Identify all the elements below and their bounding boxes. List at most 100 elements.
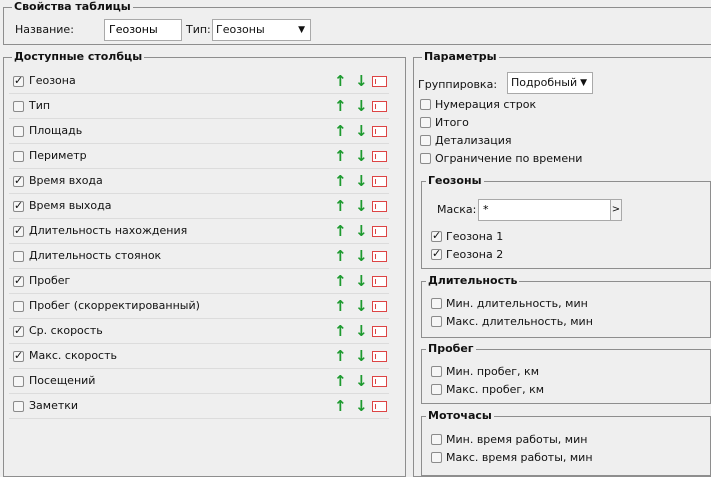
checkbox[interactable] <box>13 401 24 412</box>
arrow-up-icon[interactable]: ↑ <box>334 97 347 115</box>
delete-icon[interactable] <box>372 101 387 112</box>
checkbox[interactable] <box>13 126 24 137</box>
chevron-down-icon: ▼ <box>580 78 587 88</box>
checkbox[interactable] <box>420 153 431 164</box>
option-label: Итого <box>435 116 469 129</box>
grouping-label: Группировка: <box>418 78 498 91</box>
checkbox[interactable] <box>431 384 442 395</box>
column-label: Ср. скорость <box>29 324 103 337</box>
delete-icon-glyph <box>375 404 376 409</box>
checkbox[interactable] <box>420 99 431 110</box>
geozones-legend: Геозоны <box>426 174 484 188</box>
delete-icon[interactable] <box>372 151 387 162</box>
arrow-up-icon[interactable]: ↑ <box>334 347 347 365</box>
checkbox[interactable]: ✓ <box>13 324 24 337</box>
checkbox[interactable]: ✓ <box>13 174 24 187</box>
column-row: ✓ Длительность нахождения ↑ ↓ <box>9 220 389 244</box>
checkmark-icon: ✓ <box>14 174 24 187</box>
arrow-down-icon[interactable]: ↓ <box>355 222 368 240</box>
checkbox[interactable]: ✓ <box>13 224 24 237</box>
delete-icon-glyph <box>375 104 376 109</box>
arrow-down-icon[interactable]: ↓ <box>355 322 368 340</box>
column-row: Пробег (скорректированный) ↑ ↓ <box>9 295 389 319</box>
checkbox[interactable] <box>13 151 24 162</box>
arrow-up-icon[interactable]: ↑ <box>334 172 347 190</box>
checkbox[interactable]: ✓ <box>431 229 442 242</box>
arrow-up-icon[interactable]: ↑ <box>334 372 347 390</box>
arrow-up-icon[interactable]: ↑ <box>334 122 347 140</box>
checkbox[interactable] <box>13 251 24 262</box>
mask-apply-button[interactable]: > <box>610 199 622 221</box>
parameters-legend: Параметры <box>422 50 499 64</box>
arrow-up-icon[interactable]: ↑ <box>334 297 347 315</box>
delete-icon[interactable] <box>372 201 387 212</box>
chevron-down-icon: ▼ <box>298 25 305 35</box>
delete-icon[interactable] <box>372 276 387 287</box>
delete-icon[interactable] <box>372 376 387 387</box>
column-row: Тип ↑ ↓ <box>9 95 389 119</box>
delete-icon[interactable] <box>372 176 387 187</box>
arrow-up-icon[interactable]: ↑ <box>334 247 347 265</box>
arrow-down-icon[interactable]: ↓ <box>355 72 368 90</box>
checkbox[interactable]: ✓ <box>431 247 442 260</box>
checkbox[interactable] <box>420 117 431 128</box>
delete-icon[interactable] <box>372 251 387 262</box>
arrow-down-icon[interactable]: ↓ <box>355 122 368 140</box>
arrow-up-icon[interactable]: ↑ <box>334 322 347 340</box>
checkbox[interactable] <box>431 452 442 463</box>
grouping-select[interactable]: Подробный ▼ <box>507 72 593 94</box>
checkbox[interactable] <box>431 434 442 445</box>
delete-icon[interactable] <box>372 126 387 137</box>
checkbox[interactable] <box>13 301 24 312</box>
arrow-down-icon[interactable]: ↓ <box>355 172 368 190</box>
arrow-up-icon[interactable]: ↑ <box>334 72 347 90</box>
arrow-down-icon[interactable]: ↓ <box>355 397 368 415</box>
arrow-up-icon[interactable]: ↑ <box>334 397 347 415</box>
duration-legend: Длительность <box>426 274 520 288</box>
type-select-value: Геозоны <box>216 23 265 36</box>
column-row: ✓ Геозона ↑ ↓ <box>9 70 389 94</box>
mask-input[interactable]: * <box>478 199 611 221</box>
arrow-up-icon[interactable]: ↑ <box>334 272 347 290</box>
checkmark-icon: ✓ <box>14 274 24 287</box>
checkbox[interactable]: ✓ <box>13 74 24 87</box>
option-label: Ограничение по времени <box>435 152 583 165</box>
checkbox[interactable] <box>13 376 24 387</box>
delete-icon[interactable] <box>372 401 387 412</box>
checkbox[interactable]: ✓ <box>13 199 24 212</box>
column-label: Площадь <box>29 124 83 137</box>
arrow-down-icon[interactable]: ↓ <box>355 247 368 265</box>
checkbox[interactable] <box>13 101 24 112</box>
column-label: Пробег (скорректированный) <box>29 299 200 312</box>
type-select[interactable]: Геозоны ▼ <box>212 19 311 41</box>
delete-icon[interactable] <box>372 301 387 312</box>
delete-icon[interactable] <box>372 351 387 362</box>
checkmark-icon: ✓ <box>14 224 24 237</box>
checkbox[interactable] <box>420 135 431 146</box>
available-columns-legend: Доступные столбцы <box>12 50 145 64</box>
arrow-up-icon[interactable]: ↑ <box>334 197 347 215</box>
arrow-up-icon[interactable]: ↑ <box>334 222 347 240</box>
arrow-down-icon[interactable]: ↓ <box>355 147 368 165</box>
column-row: ✓ Пробег ↑ ↓ <box>9 270 389 294</box>
arrow-down-icon[interactable]: ↓ <box>355 197 368 215</box>
checkbox[interactable] <box>431 366 442 377</box>
delete-icon-glyph <box>375 279 376 284</box>
arrow-down-icon[interactable]: ↓ <box>355 347 368 365</box>
checkmark-icon: ✓ <box>14 324 24 337</box>
checkbox[interactable]: ✓ <box>13 349 24 362</box>
option-label: Макс. пробег, км <box>446 383 545 396</box>
arrow-down-icon[interactable]: ↓ <box>355 372 368 390</box>
checkbox[interactable]: ✓ <box>13 274 24 287</box>
arrow-down-icon[interactable]: ↓ <box>355 297 368 315</box>
name-input[interactable]: Геозоны <box>104 19 182 41</box>
arrow-down-icon[interactable]: ↓ <box>355 272 368 290</box>
delete-icon[interactable] <box>372 76 387 87</box>
checkbox[interactable] <box>431 298 442 309</box>
checkbox[interactable] <box>431 316 442 327</box>
delete-icon[interactable] <box>372 326 387 337</box>
arrow-down-icon[interactable]: ↓ <box>355 97 368 115</box>
delete-icon-glyph <box>375 204 376 209</box>
delete-icon[interactable] <box>372 226 387 237</box>
arrow-up-icon[interactable]: ↑ <box>334 147 347 165</box>
